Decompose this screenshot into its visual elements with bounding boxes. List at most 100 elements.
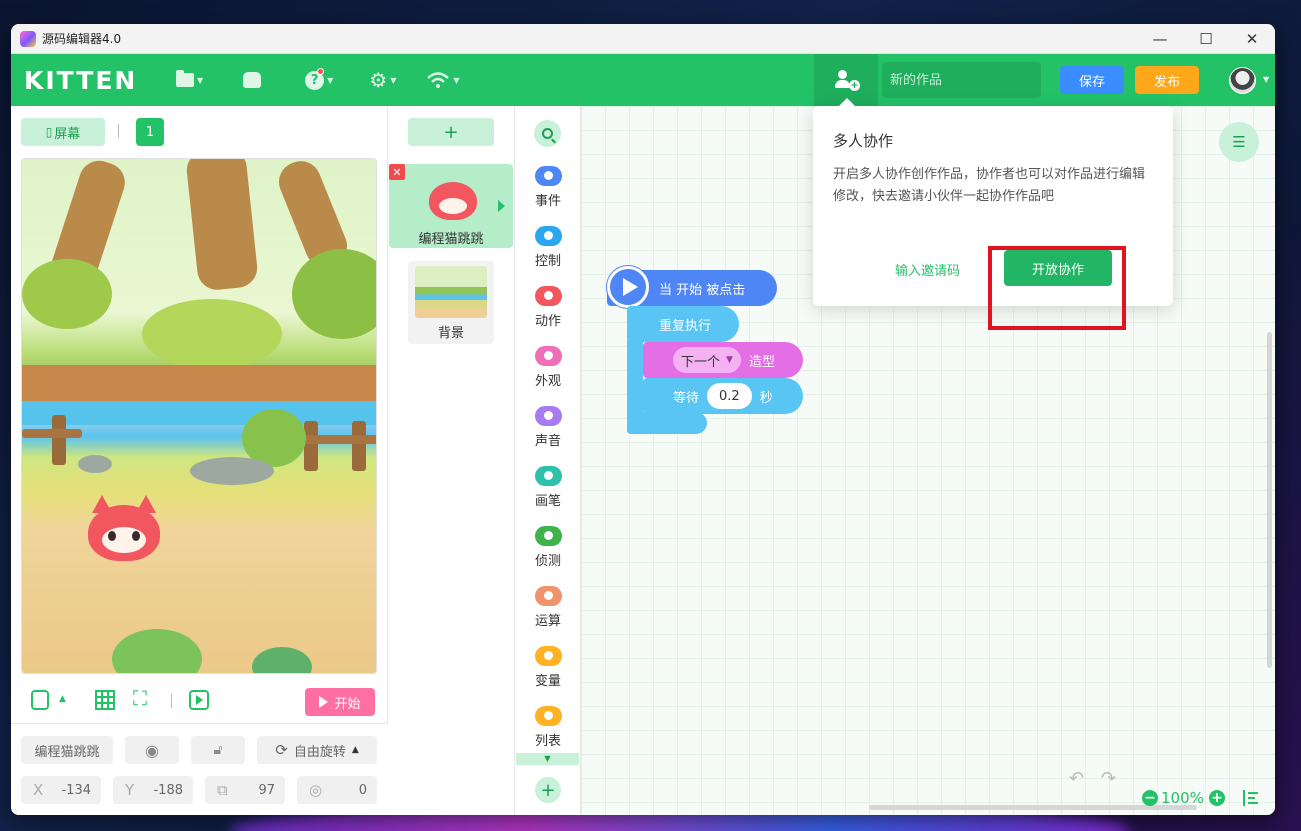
preview-icon[interactable] [189,690,209,710]
wait-block[interactable]: 等待 0.2 秒 [643,378,803,414]
wait-seconds-input[interactable]: 0.2 [707,383,752,409]
arrange-blocks-icon[interactable] [1243,790,1259,806]
settings-menu[interactable]: ⚙ ▼ [369,68,396,92]
add-extension-button[interactable]: + [535,777,561,803]
project-title-input[interactable] [882,62,1041,98]
title-bar: 源码编辑器4.0 — ☐ ✕ [11,24,1275,54]
category-control[interactable]: 控制 [515,226,581,269]
category-variables[interactable]: 变量 [515,646,581,689]
top-toolbar: KITTEN ▼ ?▼ ⚙▼ ▼ + 保存 发布 ▼ [11,54,1275,106]
costume-dropdown[interactable]: 下一个 ▼ [673,347,741,373]
vertical-scrollbar[interactable] [1267,332,1272,668]
delete-icon[interactable]: ✕ [389,164,405,180]
y-position-field[interactable]: Y -188 [113,776,193,804]
cat-sprite[interactable] [88,495,160,561]
help-menu[interactable]: ? ▼ [305,67,333,90]
background-thumbnail [415,266,487,318]
operators-icon [534,586,562,606]
file-menu[interactable]: ▼ [176,70,203,87]
backpack-menu[interactable] [243,72,262,88]
add-sprite-button[interactable]: + [408,118,494,146]
grid-icon[interactable] [95,690,115,710]
unlock-icon: 🔓︎ [213,742,223,758]
category-scroll-down[interactable]: ▼ [516,753,579,765]
screen-icon: ▯ [45,125,53,139]
category-operators[interactable]: 运算 [515,586,581,629]
chevron-right-icon[interactable] [498,200,505,212]
notification-dot [317,67,325,75]
category-label: 事件 [534,194,561,209]
undo-icon[interactable]: ↶ [1069,768,1084,789]
publish-button[interactable]: 发布 [1135,66,1199,94]
block-filter-button[interactable]: ☰ [1219,122,1259,162]
x-position-field[interactable]: X -134 [21,776,101,804]
maximize-button[interactable]: ☐ [1183,24,1229,53]
lists-icon [534,706,562,726]
chevron-down-icon: ▼ [390,75,397,85]
y-label: Y [125,781,135,799]
minimize-button[interactable]: — [1137,24,1183,53]
direction-field[interactable]: ◎ 0 [297,776,377,804]
zoom-out-button[interactable]: − [1142,790,1158,806]
folder-icon [176,70,194,87]
background-name: 背景 [437,326,464,341]
add-collaborator-icon: + [834,70,860,91]
next-costume-block[interactable]: 下一个 ▼ 造型 [643,342,803,378]
category-sensing[interactable]: 侦测 [515,526,581,569]
category-sound[interactable]: 声音 [515,406,581,449]
save-button[interactable]: 保存 [1060,66,1124,94]
chevron-down-icon: ▼ [726,355,733,365]
direction-icon: ◎ [309,781,323,799]
screen-label: 屏幕 [54,126,81,142]
chevron-down-icon: ▼ [453,75,460,85]
start-label: 开始 [334,696,361,712]
chevron-down-icon[interactable]: ▼ [1263,75,1269,84]
size-field[interactable]: ⧉ 97 [205,776,285,804]
x-label: X [33,781,44,799]
repeat-forever-block[interactable]: 重复执行 [627,306,739,342]
category-pen[interactable]: 画笔 [515,466,581,509]
category-motion[interactable]: 动作 [515,286,581,329]
fence-rail [22,429,82,438]
play-icon[interactable] [607,266,649,308]
screen-number-badge[interactable]: 1 [136,118,164,146]
category-label: 列表 [534,734,561,749]
rotation-mode-select[interactable]: ⟳ 自由旋转 ▲ [257,736,377,764]
chevron-up-icon[interactable]: ▲ [59,694,66,704]
direction-value: 0 [358,782,367,798]
sprite-thumbnail [429,182,477,220]
category-looks[interactable]: 外观 [515,346,581,389]
foliage [22,259,112,329]
event-icon [534,166,562,186]
control-icon [534,226,562,246]
eye-icon: ◉ [145,740,159,760]
stage-toolbar: ▲ ⛶ 开始 [21,686,377,718]
zoom-in-button[interactable]: + [1209,790,1225,806]
category-label: 侦测 [534,554,561,569]
avatar[interactable] [1229,67,1256,94]
category-label: 运算 [534,614,561,629]
block-search-button[interactable] [534,120,561,147]
category-event[interactable]: 事件 [515,166,581,209]
popup-title: 多人协作 [833,132,894,150]
category-lists[interactable]: 列表 [515,706,581,749]
background-card[interactable]: 背景 [408,261,494,344]
redo-icon[interactable]: ↷ [1101,768,1116,789]
tree-trunk [184,159,260,292]
device-icon[interactable] [31,690,49,710]
sprite-name-field[interactable]: 编程猫跳跳 [21,736,113,764]
sprite-card[interactable]: ✕ 编程猫跳跳 [389,164,513,248]
connection-menu[interactable]: ▼ [426,71,460,89]
start-button[interactable]: 开始 [305,688,375,716]
lock-toggle[interactable]: 🔓︎ [191,736,245,764]
chevron-up-icon: ▲ [351,745,359,755]
enter-invite-code-link[interactable]: 输入邀请码 [895,260,960,279]
fullscreen-icon[interactable]: ⛶ [133,686,147,710]
close-button[interactable]: ✕ [1229,24,1275,53]
looks-icon [534,346,562,366]
stage-canvas[interactable] [21,158,377,674]
category-label: 控制 [534,254,561,269]
divider [118,124,119,138]
visibility-toggle[interactable]: ◉ [125,736,179,764]
screen-button[interactable]: ▯ 屏幕 [21,118,105,146]
